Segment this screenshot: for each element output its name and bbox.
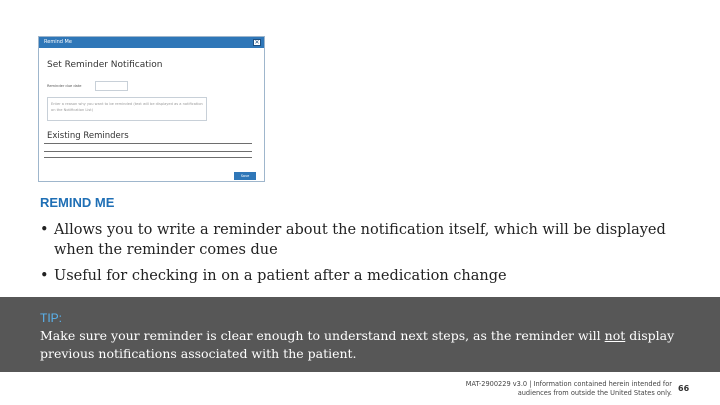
tip-label: TIP: <box>40 311 63 325</box>
tip-text-start: Make sure your reminder is clear enough … <box>40 328 605 343</box>
divider <box>44 151 252 152</box>
bullet-text: Useful for checking in on a patient afte… <box>54 268 507 284</box>
footer-disclaimer: MAT-2900229 v3.0 | Information contained… <box>465 380 672 397</box>
tip-emphasis: not <box>604 328 626 343</box>
bullet-text: Allows you to write a reminder about the… <box>54 222 666 258</box>
bullet-list: • Allows you to write a reminder about t… <box>40 220 680 292</box>
reminder-due-date-label: Reminder due date <box>47 84 82 88</box>
tip-band: TIP: Make sure your reminder is clear en… <box>0 297 720 372</box>
divider <box>44 157 252 158</box>
dialog-heading: Set Reminder Notification <box>47 60 163 70</box>
close-icon[interactable]: ✕ <box>253 39 261 46</box>
bullet-item: • Useful for checking in on a patient af… <box>40 266 680 286</box>
dialog-title: Remind Me <box>44 39 72 45</box>
remind-me-dialog: Remind Me ✕ Set Reminder Notification Re… <box>38 36 265 182</box>
bullet-icon: • <box>40 268 49 284</box>
existing-reminders-heading: Existing Reminders <box>47 131 129 141</box>
reminder-reason-textarea[interactable]: Enter a reason why you want to be remind… <box>47 97 207 121</box>
reminder-due-date-input[interactable] <box>95 81 128 91</box>
save-button[interactable]: Save <box>234 172 256 180</box>
bullet-item: • Allows you to write a reminder about t… <box>40 220 680 260</box>
tip-text: Make sure your reminder is clear enough … <box>40 327 680 363</box>
bullet-icon: • <box>40 222 49 238</box>
page-number: 66 <box>678 384 690 393</box>
divider <box>44 143 252 144</box>
section-title: REMIND ME <box>40 195 115 210</box>
dialog-titlebar: Remind Me ✕ <box>39 37 264 48</box>
